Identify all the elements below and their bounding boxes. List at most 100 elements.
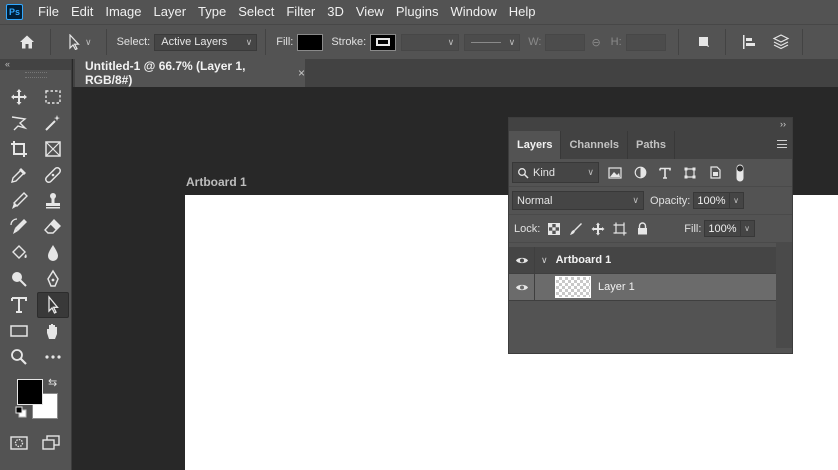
magic-wand-tool-icon[interactable] bbox=[37, 110, 69, 136]
stroke-width-field[interactable]: ∨ bbox=[401, 33, 460, 51]
quick-mask-icon[interactable] bbox=[3, 430, 35, 456]
blur-tool-icon[interactable] bbox=[37, 240, 69, 266]
crop-tool-icon[interactable] bbox=[3, 136, 35, 162]
visibility-eye-icon[interactable] bbox=[509, 246, 535, 274]
fill-field[interactable]: 100% bbox=[704, 220, 741, 237]
lasso-tool-icon[interactable] bbox=[3, 110, 35, 136]
menu-view[interactable]: View bbox=[350, 0, 390, 24]
lock-position-icon[interactable] bbox=[587, 219, 609, 239]
history-brush-tool-icon[interactable] bbox=[3, 214, 35, 240]
chevron-down-icon[interactable]: ∨ bbox=[541, 255, 548, 266]
opacity-chevron-icon[interactable]: ∨ bbox=[729, 192, 744, 209]
menu-plugins[interactable]: Plugins bbox=[390, 0, 445, 24]
tab-layers[interactable]: Layers bbox=[509, 131, 562, 159]
blend-mode-dropdown[interactable]: Normal ∨ bbox=[512, 191, 644, 210]
move-tool-icon[interactable] bbox=[3, 84, 35, 110]
menu-select[interactable]: Select bbox=[232, 0, 280, 24]
stroke-line-icon bbox=[471, 41, 502, 43]
menu-edit[interactable]: Edit bbox=[65, 0, 99, 24]
fill-chevron-icon[interactable]: ∨ bbox=[740, 220, 755, 237]
filter-type-dropdown[interactable]: Kind ∨ bbox=[512, 162, 599, 183]
type-tool-icon[interactable] bbox=[3, 292, 35, 318]
layer-filter-row: Kind ∨ bbox=[509, 159, 792, 187]
menu-3d[interactable]: 3D bbox=[321, 0, 350, 24]
link-icon[interactable]: ⊖ bbox=[591, 36, 600, 49]
panel-collapse-icon[interactable]: ›› bbox=[509, 118, 792, 131]
menu-filter[interactable]: Filter bbox=[280, 0, 321, 24]
blend-mode-value: Normal bbox=[517, 194, 553, 207]
separator bbox=[801, 29, 803, 55]
close-icon[interactable]: × bbox=[298, 66, 305, 80]
spot-healing-brush-icon[interactable] bbox=[37, 162, 69, 188]
menu-window[interactable]: Window bbox=[444, 0, 502, 24]
lock-transparent-pixels-icon[interactable] bbox=[543, 219, 565, 239]
path-alignment-icon[interactable] bbox=[738, 31, 760, 53]
stroke-label: Stroke: bbox=[331, 36, 367, 48]
menu-type[interactable]: Type bbox=[192, 0, 232, 24]
fill-label: Fill: bbox=[684, 222, 702, 235]
stroke-type-dropdown[interactable]: ∨ bbox=[464, 33, 521, 51]
clone-stamp-tool-icon[interactable] bbox=[37, 188, 69, 214]
tab-paths[interactable]: Paths bbox=[628, 131, 675, 159]
document-tab[interactable]: Untitled-1 @ 66.7% (Layer 1, RGB/8#) × bbox=[75, 59, 305, 87]
path-operations-icon[interactable] bbox=[693, 31, 715, 53]
path-arrangement-icon[interactable] bbox=[770, 31, 792, 53]
frame-tool-icon[interactable] bbox=[37, 136, 69, 162]
pen-tool-icon[interactable] bbox=[37, 266, 69, 292]
rectangle-tool-icon[interactable] bbox=[3, 318, 35, 344]
tab-channels[interactable]: Channels bbox=[561, 131, 628, 159]
dodge-tool-icon[interactable] bbox=[3, 266, 35, 292]
layer-row[interactable]: Layer 1 bbox=[509, 273, 777, 301]
filter-smart-object-icon[interactable] bbox=[703, 163, 727, 183]
brush-tool-icon[interactable] bbox=[3, 188, 35, 214]
eyedropper-tool-icon[interactable] bbox=[3, 162, 35, 188]
filter-adjustment-icon[interactable] bbox=[628, 163, 652, 183]
path-selection-tool-preset-icon[interactable] bbox=[63, 31, 85, 53]
zoom-tool-icon[interactable] bbox=[3, 344, 35, 370]
filter-pixel-icon[interactable] bbox=[603, 163, 627, 183]
marquee-tool-icon[interactable] bbox=[37, 84, 69, 110]
swap-colors-icon[interactable]: ⇆ bbox=[48, 376, 57, 389]
filter-type-icon[interactable] bbox=[653, 163, 677, 183]
layer-thumbnail[interactable] bbox=[555, 276, 591, 298]
menu-file[interactable]: File bbox=[32, 0, 65, 24]
eraser-tool-icon[interactable] bbox=[37, 214, 69, 240]
layer-list: ∨ Artboard 1 Layer 1 bbox=[509, 243, 792, 348]
more-tools-icon[interactable] bbox=[37, 344, 69, 370]
default-colors-icon[interactable] bbox=[15, 406, 27, 418]
height-field[interactable] bbox=[625, 33, 666, 51]
lock-label: Lock: bbox=[514, 222, 541, 235]
select-dropdown[interactable]: Active Layers ∨ bbox=[154, 33, 258, 51]
tools-panel: « ⇆ bbox=[0, 59, 72, 470]
layer-group-row[interactable]: ∨ Artboard 1 bbox=[509, 246, 777, 274]
panel-grip[interactable] bbox=[24, 72, 47, 78]
lock-fill-row: Lock: Fill: 100% ∨ bbox=[509, 215, 792, 243]
foreground-color-swatch[interactable] bbox=[17, 379, 43, 405]
artboard-label[interactable]: Artboard 1 bbox=[186, 175, 247, 189]
path-selection-tool-icon[interactable] bbox=[37, 292, 69, 318]
paint-bucket-tool-icon[interactable] bbox=[3, 240, 35, 266]
panel-menu-icon[interactable] bbox=[777, 140, 787, 148]
chevron-down-icon: ∨ bbox=[632, 195, 639, 205]
preset-chevron-icon[interactable]: ∨ bbox=[85, 37, 92, 48]
chevron-down-icon: ∨ bbox=[508, 36, 516, 47]
screen-mode-icon[interactable] bbox=[35, 430, 67, 456]
fill-swatch[interactable] bbox=[297, 33, 324, 51]
home-icon[interactable] bbox=[16, 31, 38, 53]
hand-tool-icon[interactable] bbox=[37, 318, 69, 344]
collapse-panel-icon[interactable]: « bbox=[0, 59, 71, 70]
width-field[interactable] bbox=[545, 33, 586, 51]
filter-shape-icon[interactable] bbox=[678, 163, 702, 183]
stroke-swatch[interactable] bbox=[370, 33, 397, 51]
lock-image-pixels-icon[interactable] bbox=[565, 219, 587, 239]
filter-toggle-icon[interactable] bbox=[728, 163, 752, 183]
opacity-field[interactable]: 100% bbox=[693, 192, 730, 209]
layer-list-scrollbar[interactable] bbox=[776, 243, 792, 348]
menu-layer[interactable]: Layer bbox=[148, 0, 193, 24]
visibility-eye-icon[interactable] bbox=[509, 273, 535, 301]
menu-image[interactable]: Image bbox=[99, 0, 147, 24]
menu-help[interactable]: Help bbox=[503, 0, 542, 24]
lock-artboard-icon[interactable] bbox=[609, 219, 631, 239]
stroke-square-icon bbox=[376, 38, 391, 46]
lock-all-icon[interactable] bbox=[631, 219, 653, 239]
